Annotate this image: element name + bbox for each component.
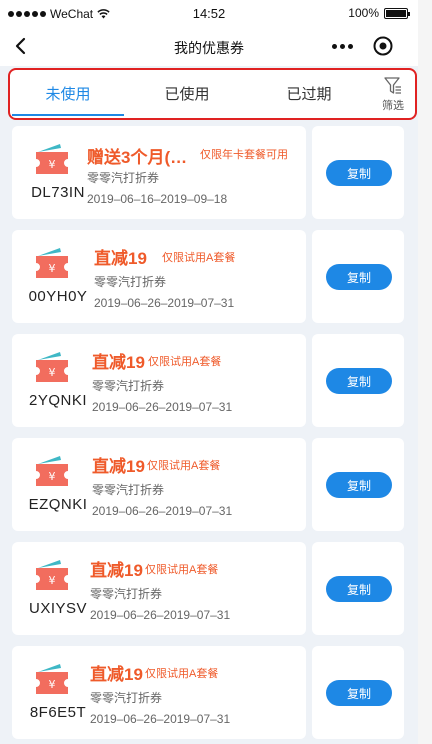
coupon-card: ¥ 2YQNKI 直减19 仅限试用A套餐 零零汽打折券 2019–06–26–… (12, 334, 404, 427)
close-miniprogram-icon[interactable] (372, 35, 394, 57)
coupon-action: 复制 (312, 126, 404, 219)
copy-button[interactable]: 复制 (326, 264, 392, 290)
ticket-icon: ¥ (36, 560, 68, 590)
coupon-body: ¥ 8F6E5T 直减19 仅限试用A套餐 零零汽打折券 2019–06–26–… (12, 646, 306, 739)
coupon-code: 8F6E5T (29, 704, 87, 721)
coupon-body: ¥ DL73IN 赠送3个月(… 仅限年卡套餐可用 零零汽打折券 2019–06… (12, 126, 306, 219)
coupon-action: 复制 (312, 438, 404, 531)
coupon-code: UXIYSV (28, 600, 88, 617)
coupon-action: 复制 (312, 230, 404, 323)
coupon-date: 2019–06–26–2019–07–31 (92, 504, 233, 518)
screen-frame: WeChat 14:52 100% 我的优惠券 未使用 已使用 已过期 筛选 ¥… (0, 0, 432, 744)
coupon-limit: 仅限年卡套餐可用 (200, 149, 288, 161)
coupon-type: 零零汽打折券 (90, 587, 163, 601)
coupon-limit: 仅限试用A套餐 (145, 668, 219, 680)
coupon-date: 2019–06–26–2019–07–31 (90, 608, 231, 622)
coupon-tabs: 未使用 已使用 已过期 筛选 (8, 68, 417, 120)
coupon-date: 2019–06–26–2019–07–31 (92, 400, 233, 414)
coupon-action: 复制 (312, 646, 404, 739)
battery-percent: 100% (348, 6, 379, 20)
copy-button[interactable]: 复制 (326, 576, 392, 602)
coupon-body: ¥ EZQNKI 直减19 仅限试用A套餐 零零汽打折券 2019–06–26–… (12, 438, 306, 531)
svg-text:¥: ¥ (49, 366, 56, 379)
battery-icon (384, 7, 410, 19)
svg-text:¥: ¥ (49, 574, 56, 587)
coupon-title: 直减19 (92, 457, 145, 476)
coupon-type: 零零汽打折券 (94, 275, 167, 289)
ticket-icon: ¥ (36, 144, 68, 174)
coupon-title: 直减19 (92, 353, 145, 372)
coupon-body: ¥ 00YH0Y 直减19 仅限试用A套餐 零零汽打折券 2019–06–26–… (12, 230, 306, 323)
phone-screen: WeChat 14:52 100% 我的优惠券 未使用 已使用 已过期 筛选 ¥… (0, 0, 418, 744)
coupon-title: 直减19 (94, 249, 147, 268)
page-title: 我的优惠券 (174, 40, 244, 56)
coupon-date: 2019–06–26–2019–07–31 (94, 296, 235, 310)
coupon-limit: 仅限试用A套餐 (147, 460, 221, 472)
coupon-action: 复制 (312, 334, 404, 427)
coupon-title: 直减19 (90, 561, 143, 580)
tab-expired[interactable]: 已过期 (250, 70, 368, 117)
active-tab-indicator (12, 114, 124, 116)
coupon-title: 直减19 (90, 665, 143, 684)
copy-button[interactable]: 复制 (326, 680, 392, 706)
scrollbar-track[interactable] (418, 0, 432, 744)
coupon-type: 零零汽打折券 (87, 171, 160, 185)
coupon-body: ¥ 2YQNKI 直减19 仅限试用A套餐 零零汽打折券 2019–06–26–… (12, 334, 306, 427)
coupon-code: 00YH0Y (28, 288, 88, 305)
svg-text:¥: ¥ (49, 470, 56, 483)
status-bar: WeChat 14:52 100% (0, 0, 418, 28)
coupon-card: ¥ EZQNKI 直减19 仅限试用A套餐 零零汽打折券 2019–06–26–… (12, 438, 404, 531)
ticket-icon: ¥ (36, 352, 68, 382)
more-dots-icon[interactable] (330, 36, 354, 56)
coupon-date: 2019–06–16–2019–09–18 (87, 192, 228, 206)
nav-bar: 我的优惠券 (0, 28, 418, 66)
coupon-code: 2YQNKI (28, 392, 88, 409)
coupon-date: 2019–06–26–2019–07–31 (90, 712, 231, 726)
ticket-icon: ¥ (36, 456, 68, 486)
filter-button[interactable]: 筛选 (375, 73, 411, 115)
tab-unused[interactable]: 未使用 (12, 70, 124, 117)
svg-text:¥: ¥ (49, 678, 56, 691)
ticket-icon: ¥ (36, 664, 68, 694)
tab-used[interactable]: 已使用 (128, 70, 246, 117)
copy-button[interactable]: 复制 (326, 368, 392, 394)
coupon-card: ¥ 00YH0Y 直减19 仅限试用A套餐 零零汽打折券 2019–06–26–… (12, 230, 404, 323)
coupon-type: 零零汽打折券 (90, 691, 163, 705)
coupon-limit: 仅限试用A套餐 (145, 564, 219, 576)
svg-text:¥: ¥ (49, 262, 56, 275)
coupon-body: ¥ UXIYSV 直减19 仅限试用A套餐 零零汽打折券 2019–06–26–… (12, 542, 306, 635)
coupon-type: 零零汽打折券 (92, 379, 165, 393)
coupon-card: ¥ 8F6E5T 直减19 仅限试用A套餐 零零汽打折券 2019–06–26–… (12, 646, 404, 739)
coupon-card: ¥ UXIYSV 直减19 仅限试用A套餐 零零汽打折券 2019–06–26–… (12, 542, 404, 635)
coupon-code: DL73IN (31, 184, 85, 201)
copy-button[interactable]: 复制 (326, 160, 392, 186)
coupon-type: 零零汽打折券 (92, 483, 165, 497)
filter-label: 筛选 (382, 99, 404, 112)
coupon-card: ¥ DL73IN 赠送3个月(… 仅限年卡套餐可用 零零汽打折券 2019–06… (12, 126, 404, 219)
coupon-title: 赠送3个月(… (87, 148, 188, 167)
coupon-limit: 仅限试用A套餐 (148, 356, 222, 368)
copy-button[interactable]: 复制 (326, 472, 392, 498)
filter-icon (384, 76, 401, 94)
svg-text:¥: ¥ (49, 158, 56, 171)
status-right: 100% (348, 6, 410, 20)
ticket-icon: ¥ (36, 248, 68, 278)
coupon-code: EZQNKI (28, 496, 88, 513)
coupon-limit: 仅限试用A套餐 (162, 252, 236, 264)
coupon-action: 复制 (312, 542, 404, 635)
